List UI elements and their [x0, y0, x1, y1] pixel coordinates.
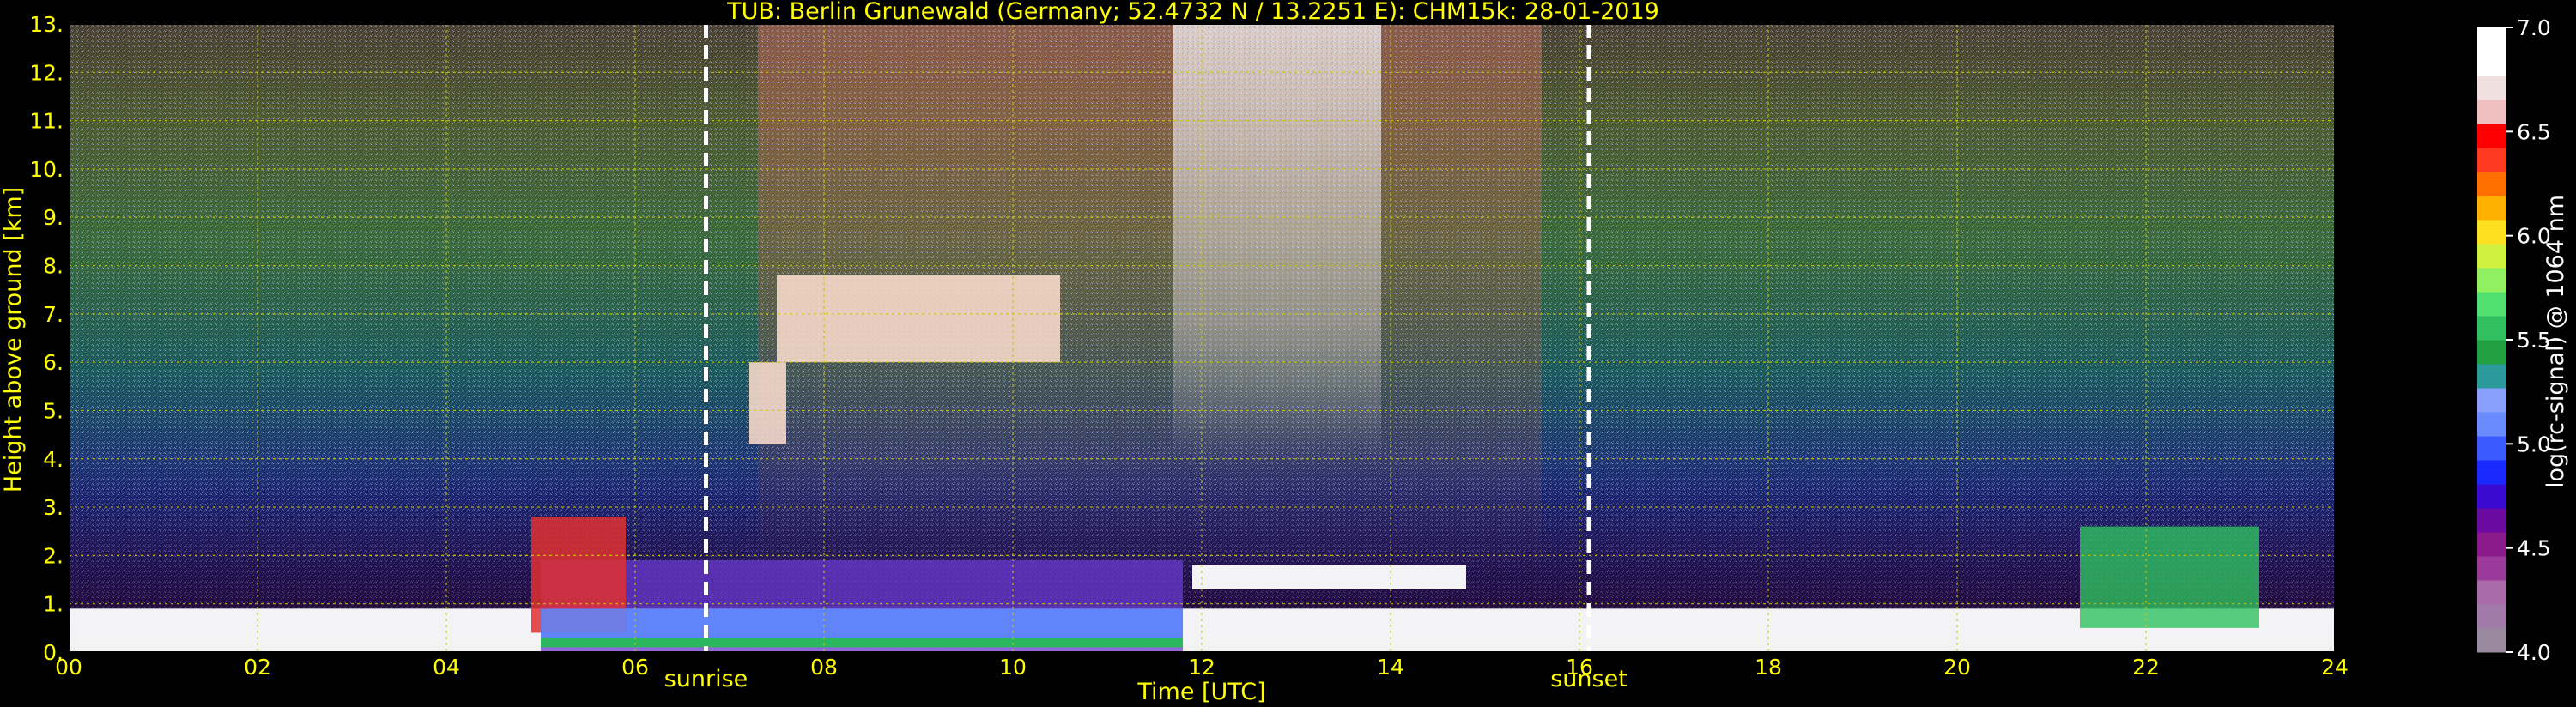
y-tick-label: 4.	[43, 447, 64, 472]
colorbar-segment	[2477, 244, 2506, 269]
x-tick-label: 20	[1943, 655, 1971, 680]
x-tick-label: 18	[1755, 655, 1782, 680]
colorbar-label: log(rc-signal) @ 1064 nm	[2543, 195, 2569, 488]
colorbar-segment	[2477, 220, 2506, 245]
colorbar-segment	[2477, 76, 2506, 100]
y-tick-label: 3.	[43, 495, 64, 520]
y-axis-label: Height above ground [km]	[0, 187, 27, 492]
marker-label-sunrise: sunrise	[664, 666, 749, 692]
y-tick-label: 6.	[43, 350, 64, 375]
feature-boundary-layer-clouds-6	[2080, 526, 2259, 628]
colorbar-tick-label: 4.5	[2517, 536, 2551, 561]
colorbar-segment	[2477, 124, 2506, 148]
x-tick-label: 22	[2132, 655, 2160, 680]
feature-cloud-layer-2	[1192, 565, 1466, 589]
chart-title: TUB: Berlin Grunewald (Germany; 52.4732 …	[726, 0, 1659, 25]
feature-mid-level-cloud-4	[777, 275, 1060, 363]
colorbar-segment	[2477, 436, 2506, 461]
colorbar-segment	[2477, 532, 2506, 557]
colorbar-segment	[2477, 412, 2506, 437]
colorbar-segment	[2477, 316, 2506, 341]
colorbar-segment	[2477, 340, 2506, 365]
feature-mid-level-cloud-5	[749, 362, 786, 444]
y-tick-label: 1.	[43, 592, 64, 617]
colorbar-segment	[2477, 508, 2506, 533]
y-tick-label: 12.	[29, 60, 64, 85]
y-tick-label: 5.	[43, 398, 64, 423]
lidar-chart: sunrise sunset 0.1.2.3.4.5.6.7.8.9.10.11.…	[0, 0, 2569, 705]
colorbar-segment	[2477, 580, 2506, 605]
colorbar-segment	[2477, 172, 2506, 196]
colorbar-segment	[2477, 196, 2506, 221]
y-tick-label: 13.	[29, 12, 64, 37]
colorbar-segment	[2477, 100, 2506, 124]
colorbar-segment	[2477, 148, 2506, 172]
x-tick-label: 16	[1566, 655, 1593, 680]
colorbar-segment	[2477, 51, 2506, 76]
colorbar-segment	[2477, 628, 2506, 653]
y-tick-label: 11.	[29, 109, 64, 134]
colorbar-segment	[2477, 27, 2506, 52]
colorbar-segment	[2477, 268, 2506, 293]
colorbar-segment	[2477, 388, 2506, 413]
x-tick-label: 00	[55, 655, 82, 680]
x-tick-label: 10	[999, 655, 1027, 680]
x-tick-label: 24	[2321, 655, 2349, 680]
x-tick-label: 12	[1188, 655, 1215, 680]
colorbar: 4.04.55.05.56.06.57.0	[2477, 15, 2551, 665]
y-tick-label: 8.	[43, 254, 64, 279]
x-axis-label: Time [UTC]	[1136, 679, 1265, 705]
colorbar-segment	[2477, 292, 2506, 317]
colorbar-segment	[2477, 604, 2506, 629]
y-tick-label: 10.	[29, 157, 64, 182]
x-tick-label: 08	[810, 655, 838, 680]
colorbar-tick-label: 7.0	[2517, 15, 2551, 40]
y-tick-label: 9.	[43, 205, 64, 230]
y-tick-label: 7.	[43, 302, 64, 327]
colorbar-tick-label: 6.5	[2517, 119, 2551, 144]
x-tick-label: 02	[244, 655, 271, 680]
x-tick-label: 14	[1377, 655, 1404, 680]
colorbar-segment	[2477, 484, 2506, 509]
colorbar-segment	[2477, 556, 2506, 581]
x-tick-label: 04	[433, 655, 460, 680]
colorbar-segment	[2477, 364, 2506, 389]
colorbar-tick-label: 4.0	[2517, 640, 2551, 665]
colorbar-segment	[2477, 460, 2506, 485]
x-tick-label: 06	[621, 655, 649, 680]
y-tick-label: 2.	[43, 543, 64, 568]
